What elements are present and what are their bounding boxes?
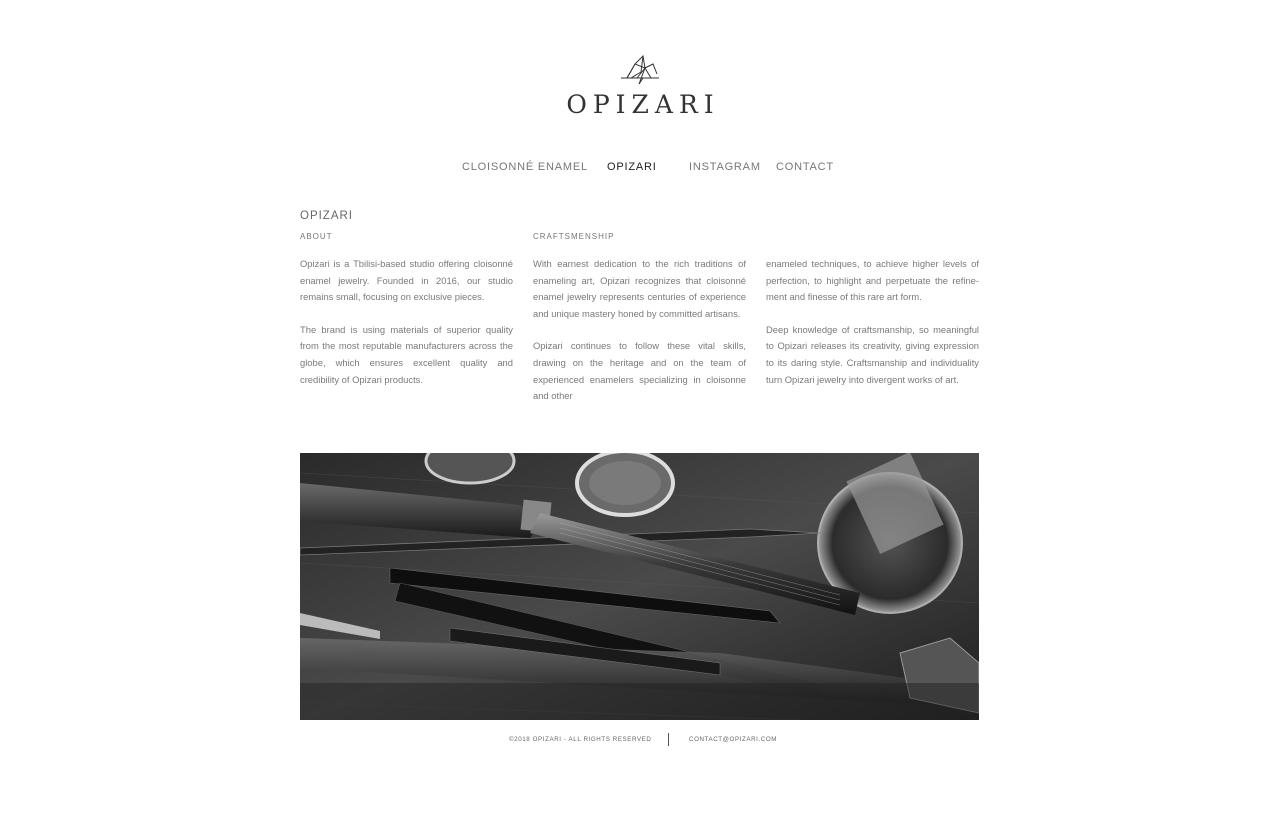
geometric-bird-icon — [621, 54, 659, 85]
main-nav: CLOISONNÉ ENAMEL OPIZARI INSTAGRAM CONTA… — [0, 160, 1280, 176]
column-about: ABOUT Opizari is a Tbilisi-based studio … — [300, 232, 513, 404]
column-heading: CRAFTSMENSHIP — [533, 232, 615, 241]
footer: ©2018 OPIZARI - ALL RIGHTS RESERVED CONT… — [0, 733, 1280, 747]
contact-email-link[interactable]: CONTACT@OPIZARI.COM — [689, 736, 777, 743]
nav-item-contact[interactable]: CONTACT — [776, 160, 834, 174]
paragraph: Deep knowledge of craftsmanship, so mean… — [766, 323, 979, 385]
paragraph: Opizari continues to follow these vital … — [533, 340, 746, 402]
nav-item-cloisonne-enamel[interactable]: CLOISONNÉ ENAMEL — [462, 160, 588, 174]
column-craftsmanship: CRAFTSMENSHIP With earnest dedication to… — [533, 232, 746, 421]
paragraph: enameled techniques, to achieve higher l… — [766, 258, 979, 303]
workbench-photo-icon — [300, 453, 979, 720]
paragraph: Opizari is a Tbilisi-based studio offeri… — [300, 258, 513, 303]
page-title: OPIZARI — [300, 210, 354, 222]
nav-item-opizari[interactable]: OPIZARI — [607, 160, 657, 174]
column-heading — [766, 232, 979, 246]
page: OPIZARI CLOISONNÉ ENAMEL OPIZARI INSTAGR… — [0, 0, 1280, 814]
nav-item-instagram[interactable]: INSTAGRAM — [689, 160, 761, 174]
logo[interactable]: OPIZARI — [0, 54, 1280, 120]
copyright-text: ©2018 OPIZARI - ALL RIGHTS RESERVED — [509, 736, 652, 743]
paragraph: The brand is using materials of superior… — [300, 323, 513, 385]
paragraph: With earnest dedication to the rich trad… — [533, 258, 746, 319]
column-continued: enameled techniques, to achieve higher l… — [766, 232, 979, 404]
brand-wordmark: OPIZARI — [566, 90, 720, 119]
workbench-tools-photo — [300, 453, 979, 720]
column-heading: ABOUT — [300, 232, 333, 241]
footer-divider — [668, 733, 669, 746]
